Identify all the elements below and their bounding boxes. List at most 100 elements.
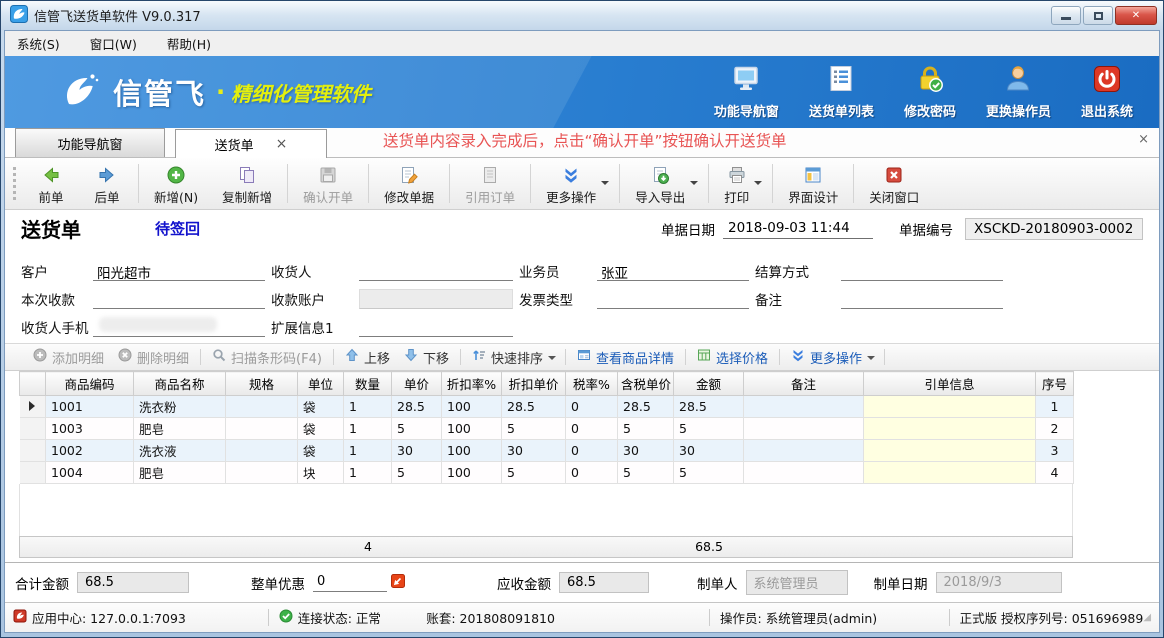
menu-window[interactable]: 窗口(W) [90,34,137,53]
grid-cell[interactable]: 1 [344,418,392,440]
menu-help[interactable]: 帮助(H) [167,34,211,53]
grid-column-header[interactable]: 规格 [226,372,298,396]
modify-doc-button[interactable]: 修改单据 [372,158,446,209]
grid-cell[interactable] [744,418,864,440]
grid-column-header[interactable]: 序号 [1036,372,1074,396]
prev-doc-button[interactable]: 前单 [23,158,79,209]
grid-cell[interactable]: 28.5 [618,396,674,418]
tab-nav-window[interactable]: 功能导航窗 [15,128,165,157]
close-window-button[interactable]: 关闭窗口 [857,158,931,209]
grid-cell[interactable] [864,462,1036,484]
grid-column-header[interactable]: 金额 [674,372,744,396]
next-doc-button[interactable]: 后单 [79,158,135,209]
grid-cell[interactable]: 洗衣粉 [134,396,226,418]
grid-cell[interactable]: 2 [1036,418,1074,440]
print-button[interactable]: 打印 [712,158,769,209]
change-password-button[interactable]: 修改密码 [904,64,956,120]
grid-cell[interactable] [864,418,1036,440]
scan-barcode-button[interactable]: 扫描条形码(F4) [205,348,329,367]
select-price-button[interactable]: 选择价格 [690,348,775,367]
grid-column-header[interactable]: 商品编码 [46,372,134,396]
grid-cell[interactable] [226,418,298,440]
maximize-button[interactable] [1083,6,1113,25]
ref-order-button[interactable]: 引用订单 [453,158,527,209]
grid-cell[interactable]: 1 [1036,396,1074,418]
salesman-field[interactable]: 张亚 [597,261,749,281]
grid-cell[interactable]: 0 [566,418,618,440]
grid-cell[interactable]: 0 [566,396,618,418]
edit-discount-icon[interactable] [391,574,405,592]
customer-field[interactable]: 阳光超市 [93,261,265,281]
receiver-field[interactable] [359,261,513,281]
exit-system-button[interactable]: 退出系统 [1081,64,1133,120]
grid-cell[interactable] [744,440,864,462]
grid-column-header[interactable]: 折扣率% [442,372,502,396]
tab-delivery-order[interactable]: 送货单 × [175,129,327,158]
grid-cell[interactable]: 30 [674,440,744,462]
grid-cell[interactable] [864,396,1036,418]
grid-cell[interactable]: 30 [392,440,442,462]
grid-cell[interactable]: 30 [618,440,674,462]
grid-cell[interactable]: 袋 [298,440,344,462]
grid-cell[interactable]: 1 [344,396,392,418]
payment-field[interactable] [93,289,265,309]
grid-column-header[interactable]: 单价 [392,372,442,396]
add-new-button[interactable]: 新增(N) [142,158,210,209]
grid-cell[interactable] [864,440,1036,462]
grid-column-header[interactable]: 商品名称 [134,372,226,396]
grid-cell[interactable]: 5 [674,418,744,440]
grid-cell[interactable]: 肥皂 [134,462,226,484]
grid-column-header[interactable]: 数量 [344,372,392,396]
grid-cell[interactable]: 100 [442,418,502,440]
ui-design-button[interactable]: 界面设计 [776,158,850,209]
remark-field[interactable] [841,289,1003,309]
grid-cell[interactable]: 块 [298,462,344,484]
grid-column-header[interactable]: 折扣单价 [502,372,566,396]
minimize-button[interactable] [1051,6,1081,25]
switch-operator-button[interactable]: 更换操作员 [986,64,1051,120]
grid-cell[interactable]: 1 [344,440,392,462]
grid-column-header[interactable]: 税率% [566,372,618,396]
grid-cell[interactable]: 1004 [46,462,134,484]
grid-cell[interactable]: 1001 [46,396,134,418]
grid-cell[interactable]: 袋 [298,418,344,440]
grid-cell[interactable] [744,396,864,418]
grid-cell[interactable]: 1003 [46,418,134,440]
grid-column-header[interactable]: 备注 [744,372,864,396]
grid-cell[interactable]: 5 [502,418,566,440]
close-button[interactable]: ✕ [1115,6,1157,25]
tab-close-icon[interactable]: × [276,136,288,152]
move-up-button[interactable]: 上移 [338,348,397,367]
grid-cell[interactable]: 100 [442,462,502,484]
grid-cell[interactable]: 5 [618,418,674,440]
invoice-field[interactable] [597,289,749,309]
grid-cell[interactable]: 洗衣液 [134,440,226,462]
add-detail-button[interactable]: 添加明细 [26,348,111,367]
nav-window-button[interactable]: 功能导航窗 [714,64,779,120]
grid-cell[interactable] [226,462,298,484]
delete-detail-button[interactable]: 删除明细 [111,348,196,367]
grid-cell[interactable] [744,462,864,484]
strip-close-icon[interactable]: × [1138,132,1149,147]
grid-cell[interactable] [226,396,298,418]
toolbar-grip[interactable] [13,167,17,200]
grid-cell[interactable]: 100 [442,396,502,418]
grid-cell[interactable] [226,440,298,462]
grid-column-header[interactable]: 含税单价 [618,372,674,396]
grid-cell[interactable]: 28.5 [392,396,442,418]
grid-cell[interactable]: 5 [392,418,442,440]
grid-cell[interactable]: 28.5 [674,396,744,418]
resize-grip[interactable]: ◢ [1143,612,1151,623]
ext1-field[interactable] [359,317,513,337]
more-detail-actions-button[interactable]: 更多操作 [784,348,880,367]
grid-cell[interactable]: 5 [618,462,674,484]
discount-field[interactable]: 0 [313,573,387,592]
phone-field[interactable] [93,317,265,337]
order-list-button[interactable]: 送货单列表 [809,64,874,120]
grid-cell[interactable]: 肥皂 [134,418,226,440]
doc-date-field[interactable]: 2018-09-03 11:44 [723,219,873,239]
view-product-button[interactable]: 查看商品详情 [570,348,681,367]
grid-cell[interactable]: 28.5 [502,396,566,418]
confirm-open-button[interactable]: 确认开单 [291,158,365,209]
grid-cell[interactable]: 3 [1036,440,1074,462]
